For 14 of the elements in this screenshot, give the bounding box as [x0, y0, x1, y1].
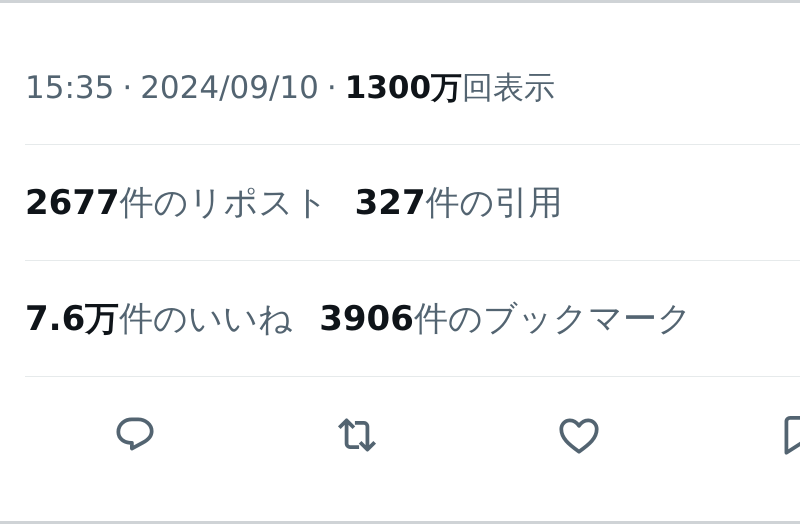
separator-dot: · — [122, 70, 132, 106]
stat-count: 327 — [354, 182, 426, 222]
stat-count: 2677 — [25, 182, 120, 222]
stat-label: 件のブックマーク — [414, 298, 692, 340]
post-date: 2024/09/10 — [140, 70, 319, 106]
view-label: 回表示 — [462, 68, 556, 108]
stat-label: 件の引用 — [426, 182, 563, 224]
post-time: 15:35 — [25, 70, 114, 106]
stat-label: 件のリポスト — [120, 182, 329, 224]
stat-count: 3906 — [319, 298, 414, 338]
stat-label: 件のいいね — [119, 298, 294, 340]
stat-count: 7.6万 — [25, 298, 120, 340]
view-count: 1300万 — [344, 68, 462, 108]
separator-dot: · — [326, 70, 337, 106]
